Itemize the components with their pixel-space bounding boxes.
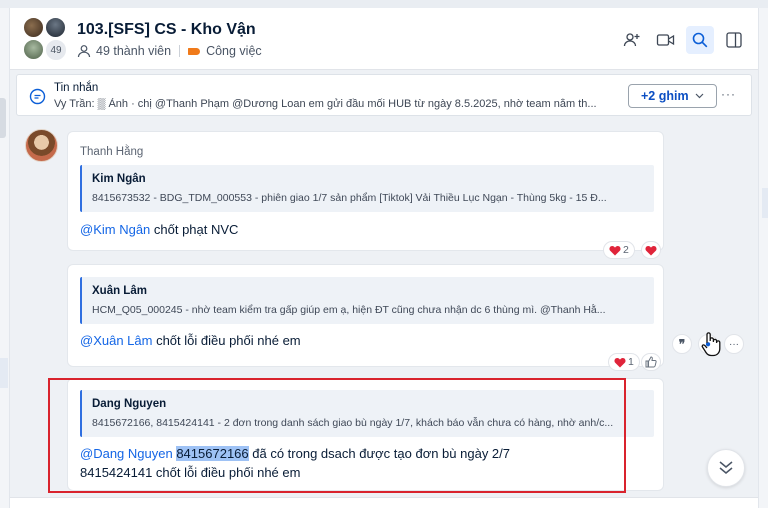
more-pins-label: +2 ghim: [641, 89, 689, 103]
quoted-text: HCM_Q05_000245 - nhờ team kiểm tra gấp g…: [92, 304, 606, 316]
group-subline: 49 thành viên Công việc: [77, 44, 262, 58]
quoted-message[interactable]: Kim Ngân 8415673532 - BDG_TDM_000553 - p…: [80, 165, 654, 212]
react-button[interactable]: [641, 241, 661, 259]
message-bubble[interactable]: Thanh Hằng Kim Ngân 8415673532 - BDG_TDM…: [67, 131, 664, 259]
composer-area: [10, 497, 758, 508]
add-member-button[interactable]: [618, 26, 646, 54]
top-strip: [0, 0, 768, 8]
scroll-to-bottom-button[interactable]: [707, 449, 745, 487]
more-options-button[interactable]: ···: [724, 334, 744, 354]
message-body: đã có trong dsach được tạo đơn bù ngày 2…: [248, 446, 511, 461]
heart-icon: [614, 357, 626, 367]
quoted-sender: Xuân Lâm: [92, 285, 147, 297]
quoted-text: 8415673532 - BDG_TDM_000553 - phiên giao…: [92, 192, 607, 204]
group-tag[interactable]: Công việc: [206, 44, 262, 58]
chevron-down-icon: [695, 93, 704, 99]
conversation-list-edge: [0, 8, 10, 508]
selected-text[interactable]: 8415672166: [176, 446, 249, 461]
more-pins-button[interactable]: +2 ghim: [628, 84, 717, 108]
message-text: @Xuân Lâm chốt lỗi điều phối nhé em: [80, 331, 301, 350]
mention-link[interactable]: @Dang Nguyen: [80, 446, 173, 461]
chat-bubble-icon: [29, 88, 46, 105]
message-bubble[interactable]: Dang Nguyen 8415672166, 8415424141 - 2 đ…: [67, 378, 664, 491]
thumbs-up-icon: [645, 356, 657, 368]
sender-avatar[interactable]: [25, 129, 58, 162]
message-text: @Dang Nguyen 8415672166 đã có trong dsac…: [80, 444, 510, 482]
message-body-line2: 8415424141 chốt lỗi điều phối nhé em: [80, 465, 301, 480]
member-count-link[interactable]: 49 thành viên: [96, 44, 171, 58]
member-avatar: [23, 39, 44, 60]
search-button[interactable]: [686, 26, 714, 54]
double-chevron-down-icon: [719, 461, 733, 474]
reaction-summary[interactable]: 1: [608, 353, 640, 371]
search-icon: [692, 32, 708, 48]
quoted-text: 8415672166, 8415424141 - 2 đơn trong dan…: [92, 417, 614, 429]
member-avatar: [23, 17, 44, 38]
quoted-sender: Dang Nguyen: [92, 398, 167, 410]
message-body: chốt lỗi điều phối nhé em: [152, 333, 301, 348]
video-icon: [656, 34, 675, 46]
user-icon: [77, 45, 91, 58]
header-actions: [618, 26, 748, 54]
react-button[interactable]: [641, 353, 661, 371]
mention-link[interactable]: @Kim Ngân: [80, 222, 150, 237]
reaction-summary[interactable]: 2: [603, 241, 635, 259]
quoted-sender: Kim Ngân: [92, 173, 146, 185]
hand-cursor-icon: [701, 332, 721, 357]
quote-button[interactable]: ❞: [672, 334, 692, 354]
message-bubble[interactable]: Xuân Lâm HCM_Q05_000245 - nhờ team kiểm …: [67, 264, 664, 371]
chat-header: 49 103.[SFS] CS - Kho Vận 49 thành viên …: [10, 8, 758, 70]
message-text: @Kim Ngân chốt phạt NVC: [80, 220, 238, 239]
pinned-title: Tin nhắn: [54, 82, 99, 94]
quoted-message[interactable]: Xuân Lâm HCM_Q05_000245 - nhờ team kiểm …: [80, 277, 654, 324]
sidebar-panel-icon: [726, 32, 742, 48]
message-body: chốt phạt NVC: [150, 222, 239, 237]
add-user-icon: [623, 33, 640, 47]
sender-name: Thanh Hằng: [80, 146, 144, 158]
heart-icon: [645, 245, 657, 255]
quoted-message[interactable]: Dang Nguyen 8415672166, 8415424141 - 2 đ…: [80, 390, 654, 437]
group-avatar[interactable]: 49: [23, 17, 67, 61]
pinned-preview: Vy Trần: ▒ Ảnh · chị @Thanh Phạm @Dương …: [54, 98, 597, 110]
group-title[interactable]: 103.[SFS] CS - Kho Vận: [77, 21, 256, 39]
member-count-badge: 49: [45, 39, 67, 61]
toggle-panel-button[interactable]: [720, 26, 748, 54]
heart-icon: [609, 245, 621, 255]
pinned-more-options[interactable]: ···: [721, 87, 736, 101]
side-panel-edge: [758, 8, 768, 508]
pinned-message-bar[interactable]: Tin nhắn Vy Trần: ▒ Ảnh · chị @Thanh Phạ…: [16, 74, 752, 116]
member-avatar: [45, 17, 66, 38]
more-icon: ···: [729, 338, 739, 350]
reaction-count: 2: [623, 244, 629, 256]
tag-icon: [188, 47, 201, 55]
reaction-count: 1: [628, 356, 634, 368]
mention-link[interactable]: @Xuân Lâm: [80, 333, 152, 348]
video-call-button[interactable]: [652, 26, 680, 54]
quote-icon: ❞: [678, 337, 686, 351]
